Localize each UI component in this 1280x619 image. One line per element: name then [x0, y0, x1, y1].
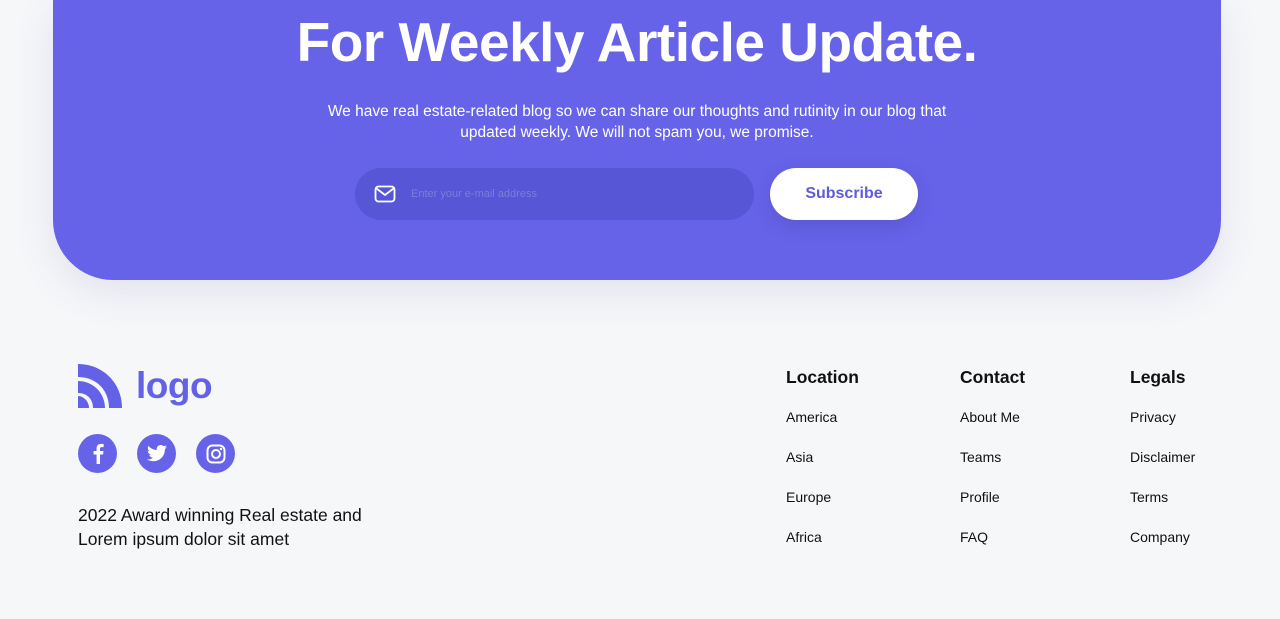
column-title: Legals	[1130, 367, 1186, 387]
footer-link-africa[interactable]: Africa	[786, 528, 859, 546]
footer-link-europe[interactable]: Europe	[786, 488, 859, 506]
newsletter-description: We have real estate-related blog so we c…	[327, 103, 947, 141]
footer-link-privacy[interactable]: Privacy	[1130, 408, 1195, 426]
facebook-icon	[93, 443, 104, 464]
footer-link-company[interactable]: Company	[1130, 528, 1195, 546]
twitter-icon	[146, 445, 167, 462]
footer-link-america[interactable]: America	[786, 408, 859, 426]
footer-link-faq[interactable]: FAQ	[960, 528, 1025, 546]
instagram-icon	[206, 444, 225, 463]
social-links	[78, 434, 255, 473]
footer-link-teams[interactable]: Teams	[960, 448, 1025, 466]
footer-column-legals: Legals Privacy Disclaimer Terms Company	[1130, 366, 1195, 568]
footer-logo[interactable]: logo	[78, 364, 213, 408]
footer-link-disclaimer[interactable]: Disclaimer	[1130, 448, 1195, 466]
column-title: Contact	[960, 367, 1026, 387]
footer-link-asia[interactable]: Asia	[786, 448, 859, 466]
footer-tagline: 2022 Award winning Real estate and Lorem…	[78, 505, 362, 549]
footer-column-contact: Contact About Me Teams Profile FAQ	[960, 366, 1025, 568]
footer-column-location: Location America Asia Europe Africa	[786, 366, 859, 568]
facebook-link[interactable]	[78, 434, 117, 473]
logo-mark-icon	[78, 364, 122, 408]
logo-text: logo	[136, 365, 213, 406]
twitter-link[interactable]	[137, 434, 176, 473]
footer-link-about-me[interactable]: About Me	[960, 408, 1025, 426]
email-field[interactable]	[355, 168, 754, 220]
instagram-link[interactable]	[196, 434, 235, 473]
email-input[interactable]	[411, 188, 731, 200]
mail-icon	[374, 185, 396, 203]
column-title: Location	[786, 367, 859, 387]
page: For Weekly Article Update. We have real …	[0, 0, 1280, 619]
footer-link-profile[interactable]: Profile	[960, 488, 1025, 506]
newsletter-banner: For Weekly Article Update. We have real …	[53, 0, 1221, 280]
footer-link-terms[interactable]: Terms	[1130, 488, 1195, 506]
newsletter-title: For Weekly Article Update.	[296, 11, 978, 73]
subscribe-button[interactable]: Subscribe	[770, 168, 918, 220]
